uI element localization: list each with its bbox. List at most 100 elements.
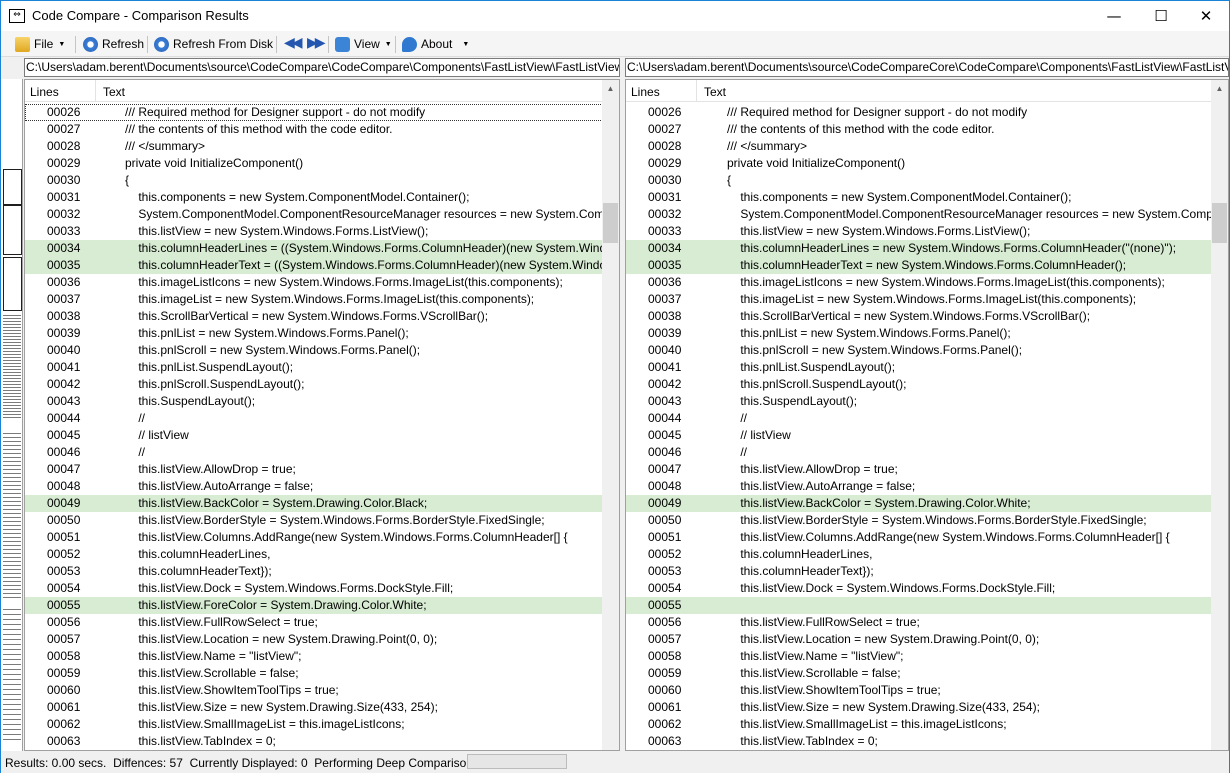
line-row[interactable]: 00043 this.SuspendLayout(); [626,393,1228,410]
column-divider[interactable] [696,80,697,102]
previous-difference-icon[interactable]: ◀◀ [284,35,302,51]
line-row[interactable]: 00050 this.listView.BorderStyle = System… [626,512,1228,529]
diff-line-row[interactable]: 00035 this.columnHeaderText = new System… [626,257,1228,274]
line-row[interactable]: 00056 this.listView.FullRowSelect = true… [25,614,619,631]
line-row[interactable]: 00047 this.listView.AllowDrop = true; [626,461,1228,478]
line-row[interactable]: 00058 this.listView.Name = "listView"; [626,648,1228,665]
line-row[interactable]: 00054 this.listView.Dock = System.Window… [626,580,1228,597]
line-row[interactable]: 00043 this.SuspendLayout(); [25,393,619,410]
line-row[interactable]: 00062 this.listView.SmallImageList = thi… [626,716,1228,733]
line-row[interactable]: 00061 this.listView.Size = new System.Dr… [626,699,1228,716]
line-row[interactable]: 00037 this.imageList = new System.Window… [25,291,619,308]
right-file-path-field[interactable]: C:\Users\adam.berent\Documents\source\Co… [625,58,1229,77]
line-row[interactable]: 00054 this.listView.Dock = System.Window… [25,580,619,597]
line-row[interactable]: 00045 // listView [626,427,1228,444]
left-file-path-field[interactable]: C:\Users\adam.berent\Documents\source\Co… [24,58,620,77]
line-row[interactable]: 00053 this.columnHeaderText}); [626,563,1228,580]
file-menu-button[interactable]: File ▼ [15,34,65,54]
line-row[interactable]: 00048 this.listView.AutoArrange = false; [25,478,619,495]
line-row[interactable]: 00047 this.listView.AllowDrop = true; [25,461,619,478]
line-row[interactable]: 00036 this.imageListIcons = new System.W… [626,274,1228,291]
line-row[interactable]: 00026 /// Required method for Designer su… [626,104,1228,121]
lines-column-header[interactable]: Lines [631,85,660,99]
line-row[interactable]: 00036 this.imageListIcons = new System.W… [25,274,619,291]
line-row[interactable]: 00033 this.listView = new System.Windows… [626,223,1228,240]
line-row[interactable]: 00044 // [25,410,619,427]
diff-line-row[interactable]: 00034 this.columnHeaderLines = ((System.… [25,240,619,257]
line-row[interactable]: 00059 this.listView.Scrollable = false; [25,665,619,682]
line-row[interactable]: 00051 this.listView.Columns.AddRange(new… [626,529,1228,546]
line-row[interactable]: 00038 this.ScrollBarVertical = new Syste… [626,308,1228,325]
right-vertical-scrollbar[interactable]: ▲ [1211,80,1228,750]
line-row[interactable]: 00040 this.pnlScroll = new System.Window… [25,342,619,359]
lines-column-header[interactable]: Lines [30,85,59,99]
diff-line-row[interactable]: 00049 this.listView.BackColor = System.D… [25,495,619,512]
line-row[interactable]: 00031 this.components = new System.Compo… [25,189,619,206]
line-row[interactable]: 00040 this.pnlScroll = new System.Window… [626,342,1228,359]
line-row[interactable]: 00057 this.listView.Location = new Syste… [25,631,619,648]
line-row[interactable]: 00056 this.listView.FullRowSelect = true… [626,614,1228,631]
line-row[interactable]: 00057 this.listView.Location = new Syste… [626,631,1228,648]
minimize-button[interactable]: — [1091,1,1137,31]
line-row[interactable]: 00046 // [626,444,1228,461]
left-comparison-pane[interactable]: Lines Text 00026 /// Required method for … [24,79,620,751]
scrollbar-thumb[interactable] [1212,203,1227,243]
line-row[interactable]: 00039 this.pnlList = new System.Windows.… [626,325,1228,342]
line-row[interactable]: 00032 System.ComponentModel.ComponentRes… [25,206,619,223]
line-row[interactable]: 00058 this.listView.Name = "listView"; [25,648,619,665]
line-row[interactable]: 00028 /// </summary> [25,138,619,155]
line-row[interactable]: 00041 this.pnlList.SuspendLayout(); [626,359,1228,376]
line-row[interactable]: 00050 this.listView.BorderStyle = System… [25,512,619,529]
maximize-button[interactable]: ☐ [1138,1,1184,31]
diff-line-row[interactable]: 00055 this.listView.ForeColor = System.D… [25,597,619,614]
refresh-from-disk-button[interactable]: Refresh From Disk [154,34,273,54]
line-row[interactable]: 00031 this.components = new System.Compo… [626,189,1228,206]
column-divider[interactable] [95,80,96,102]
right-comparison-pane[interactable]: Lines Text 00026 /// Required method for … [625,79,1229,751]
line-row[interactable]: 00041 this.pnlList.SuspendLayout(); [25,359,619,376]
refresh-button[interactable]: Refresh [83,34,144,54]
line-row[interactable]: 00053 this.columnHeaderText}); [25,563,619,580]
diff-line-row[interactable]: 00034 this.columnHeaderLines = new Syste… [626,240,1228,257]
line-row[interactable]: 00042 this.pnlScroll.SuspendLayout(); [25,376,619,393]
view-menu-button[interactable]: View ▼ [335,34,392,54]
left-vertical-scrollbar[interactable]: ▲ [602,80,619,750]
diff-line-row[interactable]: 00055 [626,597,1228,614]
line-row[interactable]: 00046 // [25,444,619,461]
scroll-up-icon[interactable]: ▲ [602,80,619,97]
close-button[interactable]: ✕ [1183,1,1229,31]
line-row[interactable]: 00044 // [626,410,1228,427]
line-row[interactable]: 00032 System.ComponentModel.ComponentRes… [626,206,1228,223]
line-row[interactable]: 00027 /// the contents of this method wit… [25,121,619,138]
line-row[interactable]: 00062 this.listView.SmallImageList = thi… [25,716,619,733]
line-row[interactable]: 00063 this.listView.TabIndex = 0; [626,733,1228,750]
about-menu-button[interactable]: About ▼ [402,34,469,54]
line-row[interactable]: 00060 this.listView.ShowItemToolTips = t… [25,682,619,699]
line-row[interactable]: 00061 this.listView.Size = new System.Dr… [25,699,619,716]
line-row[interactable]: 00027 /// the contents of this method wit… [626,121,1228,138]
line-row[interactable]: 00030 { [25,172,619,189]
scrollbar-thumb[interactable] [603,203,618,243]
line-row[interactable]: 00063 this.listView.TabIndex = 0; [25,733,619,750]
line-row[interactable]: 00052 this.columnHeaderLines, [626,546,1228,563]
line-row[interactable]: 00029 private void InitializeComponent() [626,155,1228,172]
line-row[interactable]: 00042 this.pnlScroll.SuspendLayout(); [626,376,1228,393]
line-row[interactable]: 00038 this.ScrollBarVertical = new Syste… [25,308,619,325]
text-column-header[interactable]: Text [103,85,125,99]
line-row[interactable]: 00029 private void InitializeComponent() [25,155,619,172]
line-row[interactable]: 00048 this.listView.AutoArrange = false; [626,478,1228,495]
line-row[interactable]: 00030 { [626,172,1228,189]
difference-overview-bar[interactable] [1,79,23,751]
line-row[interactable]: 00052 this.columnHeaderLines, [25,546,619,563]
diff-line-row[interactable]: 00049 this.listView.BackColor = System.D… [626,495,1228,512]
line-row[interactable]: 00051 this.listView.Columns.AddRange(new… [25,529,619,546]
line-row[interactable]: 00059 this.listView.Scrollable = false; [626,665,1228,682]
line-row[interactable]: 00039 this.pnlList = new System.Windows.… [25,325,619,342]
line-row[interactable]: 00045 // listView [25,427,619,444]
text-column-header[interactable]: Text [704,85,726,99]
scroll-up-icon[interactable]: ▲ [1211,80,1228,97]
next-difference-icon[interactable]: ▶▶ [307,35,325,51]
diff-line-row[interactable]: 00035 this.columnHeaderText = ((System.W… [25,257,619,274]
line-row[interactable]: 00037 this.imageList = new System.Window… [626,291,1228,308]
line-row[interactable]: 00028 /// </summary> [626,138,1228,155]
